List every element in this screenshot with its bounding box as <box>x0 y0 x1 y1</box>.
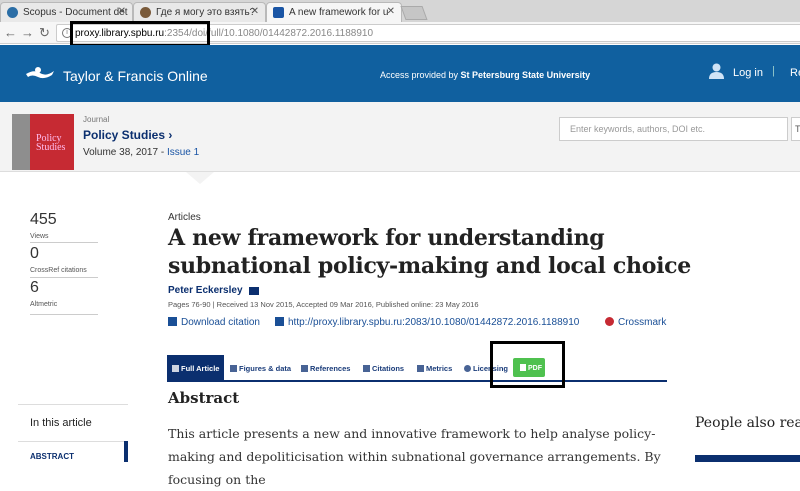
copyright-icon <box>464 365 471 372</box>
browser-tab-label: A new framework for u <box>289 7 389 18</box>
tab-label: Citations <box>372 364 405 373</box>
login-link[interactable]: Log in <box>733 67 763 79</box>
journal-label: Journal <box>83 115 110 124</box>
citations-icon <box>363 365 370 372</box>
browser-tab-article[interactable]: A new framework for u ✕ <box>266 2 402 22</box>
sidebar-item-abstract[interactable]: ABSTRACT <box>30 452 74 461</box>
metric-label: CrossRef citations <box>30 267 87 274</box>
pdf-highlight-box <box>490 341 565 388</box>
tab-references[interactable]: References <box>301 355 350 380</box>
doi-link-label: http://proxy.library.spbu.ru:2083/10.108… <box>288 317 580 328</box>
people-also-read-heading: People also read <box>695 415 800 431</box>
tandf-favicon-icon <box>273 7 284 18</box>
document-icon <box>172 365 179 372</box>
register-link[interactable]: Re <box>790 67 800 79</box>
metric-value: 0 <box>30 245 39 262</box>
tab-citations[interactable]: Citations <box>363 355 404 380</box>
download-citation-label: Download citation <box>181 317 260 328</box>
url-highlight-box <box>70 21 210 47</box>
reload-icon[interactable]: ↻ <box>39 25 50 41</box>
close-icon[interactable]: ✕ <box>118 6 126 17</box>
issue-link[interactable]: Issue 1 <box>167 147 199 158</box>
metric-label: Altmetric <box>30 301 58 308</box>
journal-volume: Volume 38, 2017 - Issue 1 <box>83 147 199 158</box>
volume-text: Volume 38, 2017 - <box>83 147 167 158</box>
cat-favicon-icon <box>140 7 151 18</box>
article-title: A new framework for understanding subnat… <box>168 225 691 279</box>
tab-label: References <box>310 364 351 373</box>
access-org: St Petersburg State University <box>460 70 591 80</box>
divider <box>18 441 128 442</box>
browser-tab-scopus[interactable]: Scopus - Document det ✕ <box>0 2 133 22</box>
cover-title: Policy Studies <box>36 133 66 153</box>
journal-cover[interactable]: Policy Studies <box>12 114 74 170</box>
close-icon[interactable]: ✕ <box>387 6 395 17</box>
tab-label: Metrics <box>426 364 453 373</box>
metric-value: 6 <box>30 279 39 296</box>
crossmark-icon <box>605 317 614 326</box>
divider <box>30 314 98 315</box>
divider <box>30 242 98 243</box>
tab-full-article[interactable]: Full Article <box>167 355 225 380</box>
metric-value: 455 <box>30 211 57 228</box>
tabs-underline <box>167 380 667 382</box>
crossmark-label: Crossmark <box>618 317 667 328</box>
cover-spine <box>12 114 30 170</box>
active-indicator <box>124 441 128 462</box>
bar-chart-icon <box>417 365 424 372</box>
header-separator: | <box>772 65 775 77</box>
browser-tab-label: Где я могу это взять? <box>156 7 256 18</box>
browser-tab-bar: Scopus - Document det ✕ Где я могу это в… <box>0 0 800 22</box>
author-link[interactable]: Peter Eckersley <box>168 285 243 296</box>
external-link-icon <box>275 317 284 326</box>
divider <box>30 277 98 278</box>
back-arrow-icon[interactable]: ← <box>4 25 17 40</box>
search-input[interactable]: Enter keywords, authors, DOI etc. <box>559 117 788 141</box>
download-citation-link[interactable]: Download citation <box>168 317 260 328</box>
image-icon <box>230 365 237 372</box>
abstract-heading: Abstract <box>168 389 240 407</box>
journal-bar-pointer <box>186 172 214 184</box>
tab-label: Full Article <box>181 364 220 373</box>
publication-info: Pages 76-90 | Received 13 Nov 2015, Acce… <box>168 300 479 309</box>
search-type-dropdown[interactable]: T <box>791 117 800 141</box>
site-logo-text[interactable]: Taylor & Francis Online <box>63 68 208 84</box>
browser-tab-where[interactable]: Где я могу это взять? ✕ <box>133 2 266 22</box>
close-icon[interactable]: ✕ <box>251 6 259 17</box>
journal-name-link[interactable]: Policy Studies › <box>83 128 172 142</box>
forward-arrow-icon[interactable]: → <box>21 25 34 40</box>
scopus-favicon-icon <box>7 7 18 18</box>
article-type: Articles <box>168 212 201 223</box>
list-icon <box>301 365 308 372</box>
in-article-heading: In this article <box>30 417 92 429</box>
doi-link[interactable]: http://proxy.library.spbu.ru:2083/10.108… <box>275 317 579 328</box>
site-header: Taylor & Francis Online Access provided … <box>0 45 800 102</box>
access-notice: Access provided by St Petersburg State U… <box>380 70 590 80</box>
abstract-text: This article presents a new and innovati… <box>168 426 661 487</box>
mail-icon[interactable] <box>249 287 259 295</box>
browser-tab-label: Scopus - Document det <box>23 7 128 18</box>
tab-metrics[interactable]: Metrics <box>417 355 452 380</box>
new-tab-button[interactable] <box>400 6 428 20</box>
tab-figures[interactable]: Figures & data <box>230 355 291 380</box>
user-icon[interactable] <box>709 63 724 79</box>
access-prefix: Access provided by <box>380 70 461 80</box>
tandf-lamp-logo-icon[interactable] <box>24 65 56 81</box>
right-panel-bar <box>695 455 800 462</box>
quote-icon <box>168 317 177 326</box>
tab-label: Figures & data <box>239 364 292 373</box>
metric-label: Views <box>30 233 49 240</box>
crossmark-link[interactable]: Crossmark <box>605 317 666 328</box>
